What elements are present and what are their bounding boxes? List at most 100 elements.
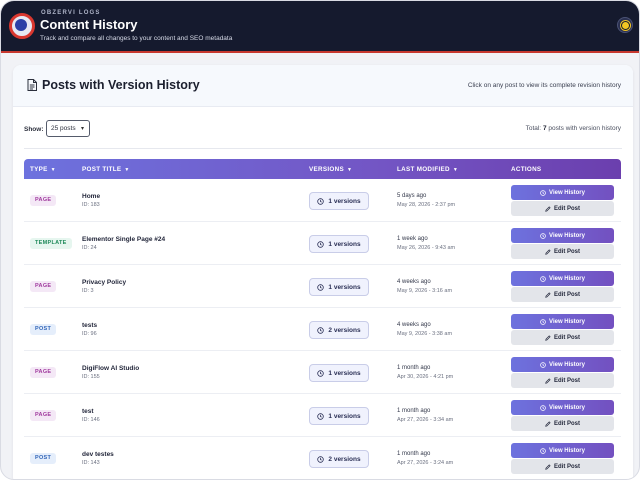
modified-relative: 1 month ago — [397, 365, 431, 371]
view-history-button[interactable]: View History — [511, 185, 614, 200]
view-history-button[interactable]: View History — [511, 400, 614, 415]
modified-relative: 1 month ago — [397, 408, 431, 414]
edit-post-button[interactable]: Edit Post — [511, 416, 614, 431]
column-header-type[interactable]: TYPE ▼ — [30, 166, 56, 173]
edit-post-label: Edit Post — [553, 334, 580, 341]
view-history-label: View History — [549, 275, 585, 282]
modified-date: Apr 27, 2026 - 3:34 am — [397, 417, 454, 423]
versions-button[interactable]: 1 versions — [309, 278, 369, 296]
edit-post-label: Edit Post — [553, 377, 580, 384]
history-icon — [317, 369, 325, 377]
table-header: TYPE ▼ POST TITLE ▼ VERSIONS ▼ LAST MODIFIE… — [24, 159, 621, 179]
history-icon — [317, 412, 325, 420]
table-row[interactable]: POST tests ID: 96 2 versions 4 weeks ago… — [24, 308, 621, 351]
table-row[interactable]: PAGE DigiFlow AI Studio ID: 155 1 versio… — [24, 351, 621, 394]
versions-count: 1 versions — [328, 197, 361, 205]
post-id: ID: 24 — [82, 245, 97, 251]
column-header-versions[interactable]: VERSIONS ▼ — [309, 166, 352, 173]
edit-post-button[interactable]: Edit Post — [511, 330, 614, 345]
edit-post-button[interactable]: Edit Post — [511, 459, 614, 474]
edit-post-button[interactable]: Edit Post — [511, 373, 614, 388]
modified-date: May 9, 2026 - 3:16 am — [397, 288, 453, 294]
type-badge: PAGE — [30, 410, 57, 421]
edit-post-label: Edit Post — [553, 463, 580, 470]
post-id: ID: 155 — [82, 374, 100, 380]
versions-button[interactable]: 1 versions — [309, 364, 369, 382]
versions-button[interactable]: 2 versions — [309, 321, 369, 339]
show-label: Show: — [24, 126, 44, 133]
versions-count: 1 versions — [328, 412, 361, 420]
history-icon — [317, 326, 325, 334]
brand-name: OBZERVI LOGS — [41, 10, 101, 16]
modified-relative: 5 days ago — [397, 193, 427, 199]
type-badge: POST — [30, 453, 57, 464]
pencil-icon — [545, 248, 551, 255]
view-history-button[interactable]: View History — [511, 357, 614, 372]
pencil-icon — [545, 334, 551, 341]
sort-icon: ▼ — [124, 167, 130, 173]
versions-button[interactable]: 1 versions — [309, 407, 369, 425]
history-icon — [540, 361, 546, 368]
table-row[interactable]: PAGE Privacy Policy ID: 3 1 versions 4 w… — [24, 265, 621, 308]
column-header-title[interactable]: POST TITLE ▼ — [82, 166, 130, 173]
modified-relative: 1 week ago — [397, 236, 428, 242]
history-icon — [317, 240, 325, 248]
table-row[interactable]: POST dev testes ID: 143 2 versions 1 mon… — [24, 437, 621, 479]
versions-button[interactable]: 1 versions — [309, 235, 369, 253]
versions-count: 2 versions — [328, 326, 361, 334]
type-badge: POST — [30, 324, 57, 335]
edit-post-button[interactable]: Edit Post — [511, 201, 614, 216]
divider — [24, 148, 622, 149]
view-history-button[interactable]: View History — [511, 228, 614, 243]
logo-icon — [9, 13, 35, 39]
per-page-value: 25 posts — [51, 125, 76, 132]
section-hint: Click on any post to view its complete r… — [467, 82, 621, 89]
post-id: ID: 3 — [82, 288, 94, 294]
column-header-modified[interactable]: LAST MODIFIED ▼ — [397, 166, 458, 173]
versions-count: 1 versions — [328, 240, 361, 248]
post-title[interactable]: DigiFlow AI Studio — [82, 365, 139, 372]
modified-relative: 1 month ago — [397, 451, 431, 457]
view-history-button[interactable]: View History — [511, 271, 614, 286]
versions-count: 1 versions — [328, 283, 361, 291]
table-row[interactable]: PAGE Home ID: 183 1 versions 5 days ago … — [24, 179, 621, 222]
versions-button[interactable]: 2 versions — [309, 450, 369, 468]
history-icon — [540, 318, 546, 325]
pencil-icon — [545, 463, 551, 470]
table-row[interactable]: TEMPLATE Elementor Single Page #24 ID: 2… — [24, 222, 621, 265]
view-history-label: View History — [549, 447, 585, 454]
edit-post-button[interactable]: Edit Post — [511, 244, 614, 259]
history-icon — [540, 447, 546, 454]
modified-relative: 4 weeks ago — [397, 322, 431, 328]
post-id: ID: 183 — [82, 202, 100, 208]
versions-count: 1 versions — [328, 369, 361, 377]
post-id: ID: 146 — [82, 417, 100, 423]
total-number: 7 — [542, 125, 547, 132]
post-title[interactable]: Home — [82, 193, 100, 200]
post-title[interactable]: Privacy Policy — [82, 279, 126, 286]
view-history-label: View History — [549, 404, 585, 411]
view-history-label: View History — [549, 189, 585, 196]
post-title[interactable]: tests — [82, 322, 97, 329]
section-title: Posts with Version History — [42, 78, 200, 92]
table-row[interactable]: PAGE test ID: 146 1 versions 1 month ago… — [24, 394, 621, 437]
post-title[interactable]: test — [82, 408, 94, 415]
sort-icon: ▼ — [346, 167, 353, 173]
view-history-button[interactable]: View History — [511, 314, 614, 329]
pencil-icon — [545, 377, 551, 384]
history-icon — [317, 283, 325, 291]
post-title[interactable]: dev testes — [82, 451, 114, 458]
versions-count: 2 versions — [328, 455, 361, 463]
theme-toggle-button[interactable] — [617, 17, 633, 33]
versions-button[interactable]: 1 versions — [309, 192, 369, 210]
view-history-button[interactable]: View History — [511, 443, 614, 458]
card-header: Posts with Version History Click on any … — [13, 65, 633, 107]
view-history-label: View History — [549, 232, 585, 239]
per-page-select[interactable]: 25 posts ▾ — [46, 120, 90, 137]
modified-date: Apr 27, 2026 - 3:24 am — [397, 460, 454, 466]
history-icon — [540, 275, 546, 282]
view-history-label: View History — [549, 361, 585, 368]
post-title[interactable]: Elementor Single Page #24 — [82, 236, 165, 243]
edit-post-button[interactable]: Edit Post — [511, 287, 614, 302]
view-history-label: View History — [549, 318, 585, 325]
